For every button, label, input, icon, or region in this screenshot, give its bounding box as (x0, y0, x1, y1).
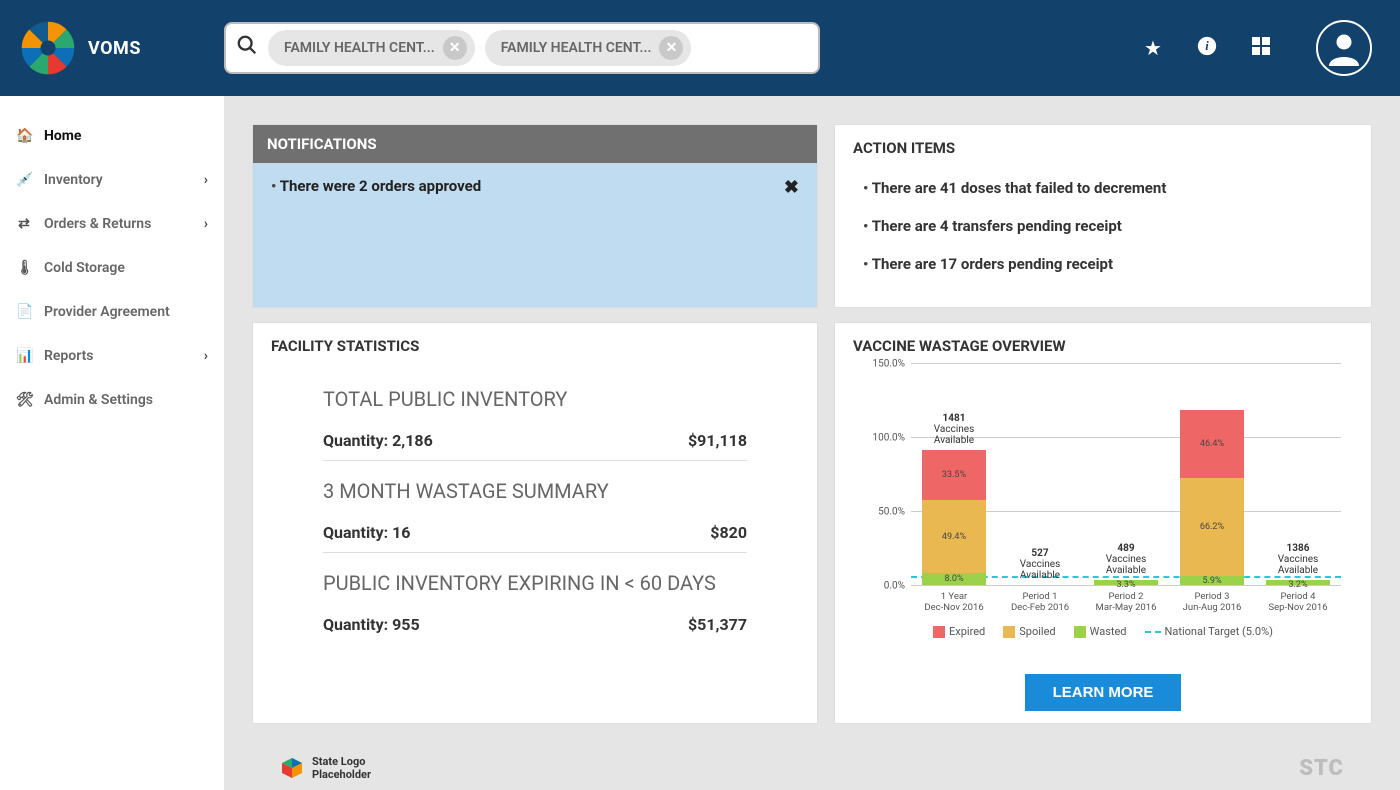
search-chip[interactable]: FAMILY HEALTH CENT... ✕ (268, 30, 475, 66)
legend-target: National Target (5.0%) (1165, 625, 1273, 638)
action-item[interactable]: There are 41 doses that failed to decrem… (863, 169, 1343, 207)
nav-label: Admin & Settings (44, 392, 153, 408)
sidebar-item-cold-storage[interactable]: 🌡 Cold Storage (0, 246, 224, 290)
legend-wasted: Wasted (1090, 625, 1127, 638)
state-logo-icon (280, 756, 304, 780)
facility-stats-panel: FACILITY STATISTICS TOTAL PUBLIC INVENTO… (252, 322, 818, 724)
nav-icon: 📊 (16, 348, 32, 364)
stat-qty: Quantity: 2,186 (323, 431, 433, 450)
chip-remove-icon[interactable]: ✕ (443, 36, 467, 60)
bar-segment-wasted: 3.2% (1266, 580, 1330, 585)
notification-item: There were 2 orders approved (271, 177, 481, 293)
notifications-panel: NOTIFICATIONS There were 2 orders approv… (252, 124, 818, 308)
nav-icon: 🌡 (16, 260, 32, 276)
stat-value: $51,377 (688, 615, 747, 634)
nav-label: Cold Storage (44, 260, 125, 276)
bar-annotation: 1386VaccinesAvailable (1233, 543, 1363, 580)
info-icon[interactable]: i (1190, 36, 1224, 61)
facility-stats-title: FACILITY STATISTICS (253, 323, 817, 363)
bar-annotation: 1481VaccinesAvailable (889, 413, 1019, 450)
user-avatar-icon[interactable] (1316, 20, 1372, 76)
chip-label: FAMILY HEALTH CENT... (284, 40, 435, 56)
apps-grid-icon[interactable] (1244, 36, 1278, 60)
logo-block: VOMS (18, 18, 204, 78)
nav-icon: 🏠 (16, 128, 32, 144)
chip-label: FAMILY HEALTH CENT... (501, 40, 652, 56)
legend-spoiled: Spoiled (1019, 625, 1055, 638)
y-tick: 50.0% (878, 507, 905, 518)
bar-annotation: 489VaccinesAvailable (1061, 543, 1191, 580)
stat-heading: PUBLIC INVENTORY EXPIRING IN < 60 DAYS (323, 571, 747, 595)
nav-label: Inventory (44, 172, 103, 188)
stat-value: $820 (710, 523, 747, 542)
svg-text:i: i (1205, 39, 1209, 53)
wastage-title: VACCINE WASTAGE OVERVIEW (835, 323, 1371, 363)
search-bar[interactable]: FAMILY HEALTH CENT... ✕ FAMILY HEALTH CEN… (224, 22, 820, 74)
footer-text: State Logo (312, 755, 365, 768)
stat-heading: 3 MONTH WASTAGE SUMMARY (323, 479, 747, 503)
legend-expired: Expired (949, 625, 985, 638)
chevron-right-icon: › (204, 216, 208, 232)
nav-label: Reports (44, 348, 94, 364)
footer-text: Placeholder (312, 768, 371, 781)
close-icon[interactable]: ✖ (784, 177, 799, 293)
nav-label: Home (44, 128, 81, 144)
main-content: NOTIFICATIONS There were 2 orders approv… (224, 96, 1400, 790)
wastage-chart: 0.0%50.0%100.0%150.0%8.0%49.4%33.5%1481V… (911, 363, 1341, 585)
search-chip[interactable]: FAMILY HEALTH CENT... ✕ (485, 30, 692, 66)
sidebar-item-home[interactable]: 🏠 Home (0, 114, 224, 158)
action-item[interactable]: There are 4 transfers pending receipt (863, 207, 1343, 245)
nav-icon: ⇄ (16, 216, 32, 232)
stat-value: $91,118 (688, 431, 747, 450)
x-tick: Period 3Jun-Aug 2016 (1180, 585, 1244, 613)
stat-qty: Quantity: 16 (323, 523, 410, 542)
stat-heading: TOTAL PUBLIC INVENTORY (323, 387, 747, 411)
notifications-title: NOTIFICATIONS (253, 125, 817, 163)
sidebar-item-inventory[interactable]: 💉 Inventory › (0, 158, 224, 202)
x-tick: Period 1Dec-Feb 2016 (1008, 585, 1072, 613)
chip-remove-icon[interactable]: ✕ (659, 36, 683, 60)
stat-qty: Quantity: 955 (323, 615, 420, 634)
nav-label: Provider Agreement (44, 304, 170, 320)
action-items-panel: ACTION ITEMS There are 41 doses that fai… (834, 124, 1372, 308)
action-item[interactable]: There are 17 orders pending receipt (863, 245, 1343, 283)
chevron-right-icon: › (204, 172, 208, 188)
learn-more-button[interactable]: LEARN MORE (1025, 674, 1182, 711)
app-logo-icon (18, 18, 78, 78)
chevron-right-icon: › (204, 348, 208, 364)
action-items-title: ACTION ITEMS (835, 125, 1371, 165)
favorites-icon[interactable]: ★ (1136, 36, 1170, 60)
search-icon[interactable] (236, 34, 258, 62)
footer: State LogoPlaceholder STC (252, 746, 1372, 790)
sidebar-item-admin-settings[interactable]: 🛠 Admin & Settings (0, 378, 224, 422)
nav-label: Orders & Returns (44, 216, 151, 232)
nav-icon: 📄 (16, 304, 32, 320)
bar-column: 3.3%489VaccinesAvailable (1094, 580, 1158, 585)
sidebar: 🏠 Home 💉 Inventory › ⇄ Orders & Returns › 🌡 Cold … (0, 96, 224, 790)
chart-legend: Expired Spoiled Wasted National Target (… (865, 625, 1341, 638)
bar-column: 3.2%1386VaccinesAvailable (1266, 580, 1330, 585)
nav-icon: 💉 (16, 172, 32, 188)
y-tick: 150.0% (873, 359, 905, 370)
sidebar-item-provider-agreement[interactable]: 📄 Provider Agreement (0, 290, 224, 334)
nav-icon: 🛠 (16, 392, 32, 408)
y-tick: 0.0% (884, 581, 905, 592)
app-name: VOMS (88, 38, 141, 59)
bar-segment-expired: 33.5% (922, 450, 986, 500)
app-header: VOMS FAMILY HEALTH CENT... ✕ FAMILY HEALT… (0, 0, 1400, 96)
x-tick: 1 YearDec-Nov 2016 (922, 585, 986, 613)
sidebar-item-orders-returns[interactable]: ⇄ Orders & Returns › (0, 202, 224, 246)
stc-logo: STC (1299, 756, 1344, 781)
wastage-panel: VACCINE WASTAGE OVERVIEW 0.0%50.0%100.0%… (834, 322, 1372, 724)
bar-segment-wasted: 3.3% (1094, 580, 1158, 585)
bar-segment-expired: 46.4% (1180, 410, 1244, 479)
sidebar-item-reports[interactable]: 📊 Reports › (0, 334, 224, 378)
